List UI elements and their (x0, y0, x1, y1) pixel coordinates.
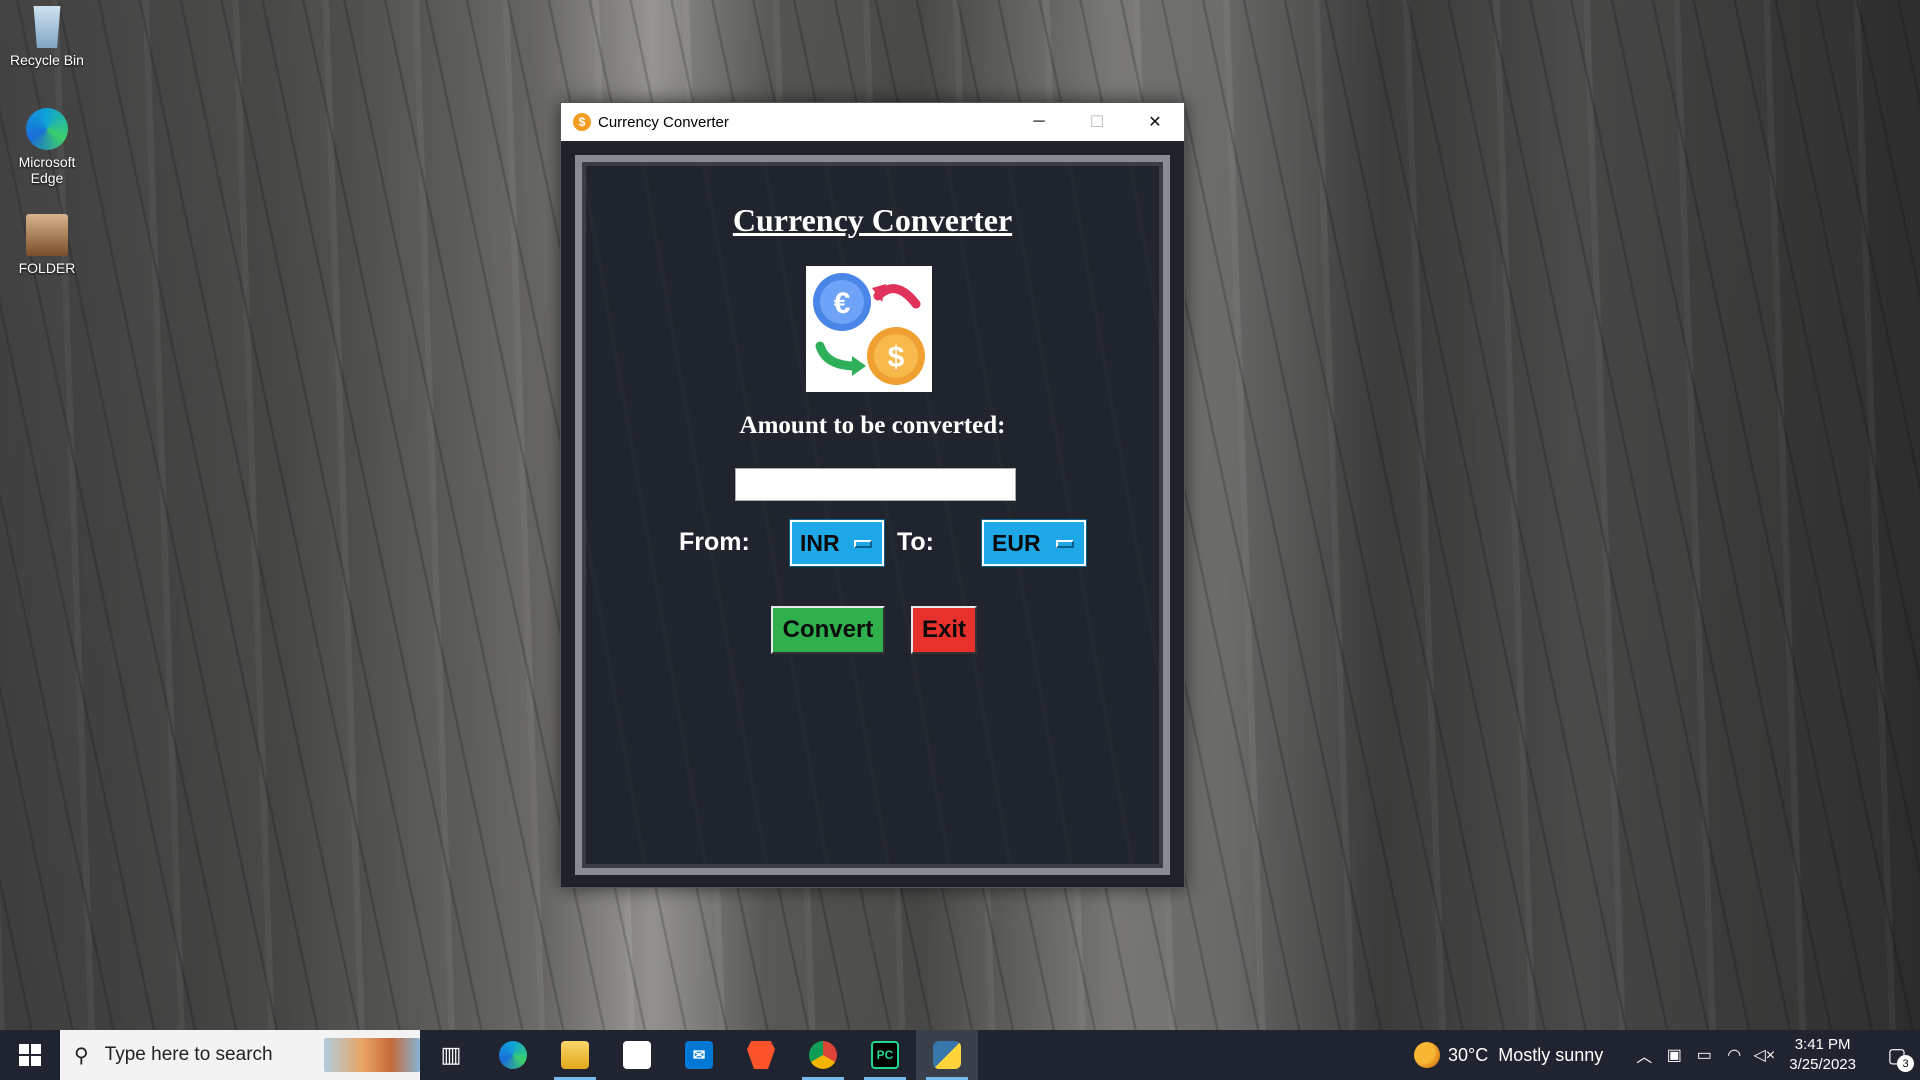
currency-converter-window: $ Currency Converter ─ ☐ ✕ Currency Conv… (560, 102, 1185, 888)
taskbar-clock[interactable]: 3:41 PM 3/25/2023 (1789, 1035, 1856, 1075)
volume-muted-icon[interactable]: ◁× (1749, 1045, 1779, 1065)
app-heading: Currency Converter (732, 202, 1013, 238)
taskbar-search-box[interactable]: ⚲ Type here to search (60, 1030, 420, 1080)
system-tray: 30°C Mostly sunny ︿ ▣ ▭ ◠ ◁× 3:41 PM 3/2… (1413, 1030, 1920, 1080)
taskbar: ⚲ Type here to search ▥ ✉ PC 30°C Mostly… (0, 1030, 1920, 1080)
windows-logo-icon (19, 1044, 41, 1066)
mail-icon: ✉ (685, 1041, 713, 1069)
desktop-icon-recycle-bin[interactable]: Recycle Bin (6, 6, 88, 68)
window-title: Currency Converter (598, 113, 729, 131)
euro-symbol: € (834, 287, 851, 320)
dropdown-indicator-icon (1056, 540, 1074, 548)
clock-time: 3:41 PM (1794, 1036, 1851, 1053)
notification-count-badge: 3 (1897, 1055, 1914, 1072)
folder-icon (26, 214, 68, 256)
weather-condition[interactable]: Mostly sunny (1498, 1045, 1603, 1066)
exit-button[interactable]: Exit (911, 606, 977, 654)
arrow-green-icon (815, 341, 861, 371)
taskbar-pycharm[interactable]: PC (854, 1030, 916, 1080)
dropdown-indicator-icon (854, 540, 872, 548)
taskbar-pinned-apps: ▥ ✉ PC (420, 1030, 978, 1080)
taskbar-file-explorer[interactable] (544, 1030, 606, 1080)
to-currency-value: EUR (992, 529, 1041, 556)
brave-icon (747, 1041, 775, 1069)
window-titlebar[interactable]: $ Currency Converter ─ ☐ ✕ (561, 103, 1184, 141)
taskbar-brave[interactable] (730, 1030, 792, 1080)
chrome-icon (809, 1041, 837, 1069)
app-title-icon: $ (573, 113, 591, 131)
desktop-icon-microsoft-edge[interactable]: Microsoft Edge (6, 108, 88, 186)
pycharm-icon: PC (871, 1041, 899, 1069)
taskbar-chrome[interactable] (792, 1030, 854, 1080)
dollar-symbol: $ (888, 341, 905, 374)
taskbar-store[interactable] (606, 1030, 668, 1080)
amount-label: Amount to be converted: (739, 412, 1006, 439)
to-currency-dropdown[interactable]: EUR (981, 519, 1087, 567)
notification-center-button[interactable]: ▢ 3 (1874, 1030, 1920, 1080)
store-icon (623, 1041, 651, 1069)
desktop-icon-label: FOLDER (18, 260, 76, 276)
recycle-bin-icon (33, 6, 61, 48)
search-icon: ⚲ (74, 1044, 89, 1067)
wifi-icon[interactable]: ◠ (1719, 1045, 1749, 1065)
desktop-icon-folder[interactable]: FOLDER (6, 214, 88, 276)
maximize-button[interactable]: ☐ (1068, 103, 1126, 141)
weather-temp[interactable]: 30°C (1448, 1045, 1488, 1066)
from-label: From: (679, 528, 750, 556)
minimize-button[interactable]: ─ (1010, 103, 1068, 141)
amount-input[interactable] (735, 468, 1016, 501)
weather-icon[interactable] (1413, 1042, 1440, 1068)
desktop-icon-label: Recycle Bin (10, 52, 84, 68)
desktop-icon-label: Microsoft Edge (18, 154, 76, 186)
start-button[interactable] (0, 1030, 60, 1080)
currency-exchange-logo: € $ (806, 266, 932, 392)
task-view-icon: ▥ (440, 1042, 462, 1067)
convert-button[interactable]: Convert (771, 606, 885, 654)
meet-now-icon[interactable]: ▣ (1659, 1045, 1689, 1065)
from-currency-dropdown[interactable]: INR (789, 519, 885, 567)
clock-date: 3/25/2023 (1789, 1056, 1856, 1073)
edge-icon (26, 108, 68, 150)
file-explorer-icon (561, 1041, 589, 1069)
taskbar-mail[interactable]: ✉ (668, 1030, 730, 1080)
search-highlight-image (324, 1038, 420, 1072)
battery-icon[interactable]: ▭ (1689, 1045, 1719, 1065)
app-client-area: Currency Converter € $ Amount to be conv… (575, 155, 1170, 875)
python-icon (933, 1041, 961, 1069)
task-view-button[interactable]: ▥ (420, 1030, 482, 1080)
to-label: To: (897, 528, 935, 556)
from-currency-value: INR (800, 529, 840, 556)
edge-icon (499, 1041, 527, 1069)
chevron-up-icon[interactable]: ︿ (1629, 1043, 1659, 1067)
taskbar-python[interactable] (916, 1030, 978, 1080)
search-placeholder: Type here to search (104, 1044, 273, 1065)
taskbar-edge[interactable] (482, 1030, 544, 1080)
close-button[interactable]: ✕ (1126, 103, 1184, 141)
